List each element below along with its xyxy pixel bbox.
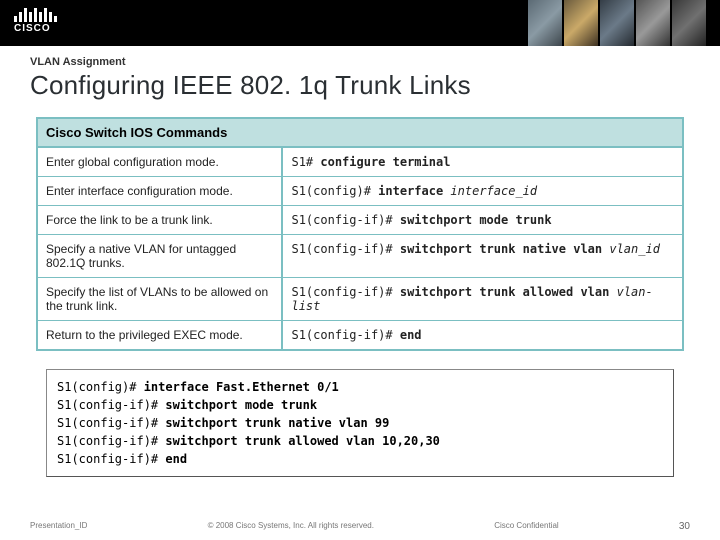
- table-row: Specify a native VLAN for untagged 802.1…: [37, 235, 683, 278]
- command-cli: S1(config-if)# switchport trunk native v…: [282, 235, 683, 278]
- command-description: Enter global configuration mode.: [37, 147, 282, 177]
- table-row: Enter global configuration mode.S1# conf…: [37, 147, 683, 177]
- table-row: Enter interface configuration mode.S1(co…: [37, 177, 683, 206]
- footer-presentation-id: Presentation_ID: [30, 521, 87, 532]
- slide-heading: VLAN Assignment Configuring IEEE 802. 1q…: [0, 46, 720, 105]
- example-line: S1(config-if)# switchport trunk allowed …: [57, 432, 663, 450]
- cisco-logo-bars: [14, 6, 57, 22]
- cisco-logo: CISCO: [14, 6, 57, 34]
- example-cli-block: S1(config)# interface Fast.Ethernet 0/1S…: [46, 369, 674, 477]
- example-line: S1(config-if)# switchport trunk native v…: [57, 414, 663, 432]
- cisco-logo-text: CISCO: [14, 23, 57, 34]
- command-cli: S1# configure terminal: [282, 147, 683, 177]
- command-cli: S1(config-if)# end: [282, 321, 683, 351]
- footer-page-number: 30: [679, 521, 690, 532]
- command-cli: S1(config-if)# switchport trunk allowed …: [282, 278, 683, 321]
- table-row: Specify the list of VLANs to be allowed …: [37, 278, 683, 321]
- table-row: Return to the privileged EXEC mode.S1(co…: [37, 321, 683, 351]
- command-description: Specify the list of VLANs to be allowed …: [37, 278, 282, 321]
- command-description: Enter interface configuration mode.: [37, 177, 282, 206]
- table-row: Force the link to be a trunk link.S1(con…: [37, 206, 683, 235]
- footer-confidential: Cisco Confidential: [494, 521, 558, 532]
- footer-copyright: © 2008 Cisco Systems, Inc. All rights re…: [208, 521, 374, 532]
- section-label: VLAN Assignment: [30, 56, 690, 68]
- command-description: Force the link to be a trunk link.: [37, 206, 282, 235]
- top-bar: CISCO: [0, 0, 720, 46]
- command-cli: S1(config)# interface interface_id: [282, 177, 683, 206]
- command-cli: S1(config-if)# switchport mode trunk: [282, 206, 683, 235]
- slide-footer: Presentation_ID © 2008 Cisco Systems, In…: [0, 521, 720, 532]
- example-line: S1(config)# interface Fast.Ethernet 0/1: [57, 378, 663, 396]
- command-description: Specify a native VLAN for untagged 802.1…: [37, 235, 282, 278]
- example-line: S1(config-if)# end: [57, 450, 663, 468]
- commands-table-wrap: Cisco Switch IOS Commands Enter global c…: [36, 117, 684, 351]
- decorative-photo-strip: [528, 0, 706, 46]
- commands-table: Cisco Switch IOS Commands Enter global c…: [36, 117, 684, 351]
- example-line: S1(config-if)# switchport mode trunk: [57, 396, 663, 414]
- commands-table-header: Cisco Switch IOS Commands: [37, 118, 683, 147]
- page-title: Configuring IEEE 802. 1q Trunk Links: [30, 70, 690, 101]
- command-description: Return to the privileged EXEC mode.: [37, 321, 282, 351]
